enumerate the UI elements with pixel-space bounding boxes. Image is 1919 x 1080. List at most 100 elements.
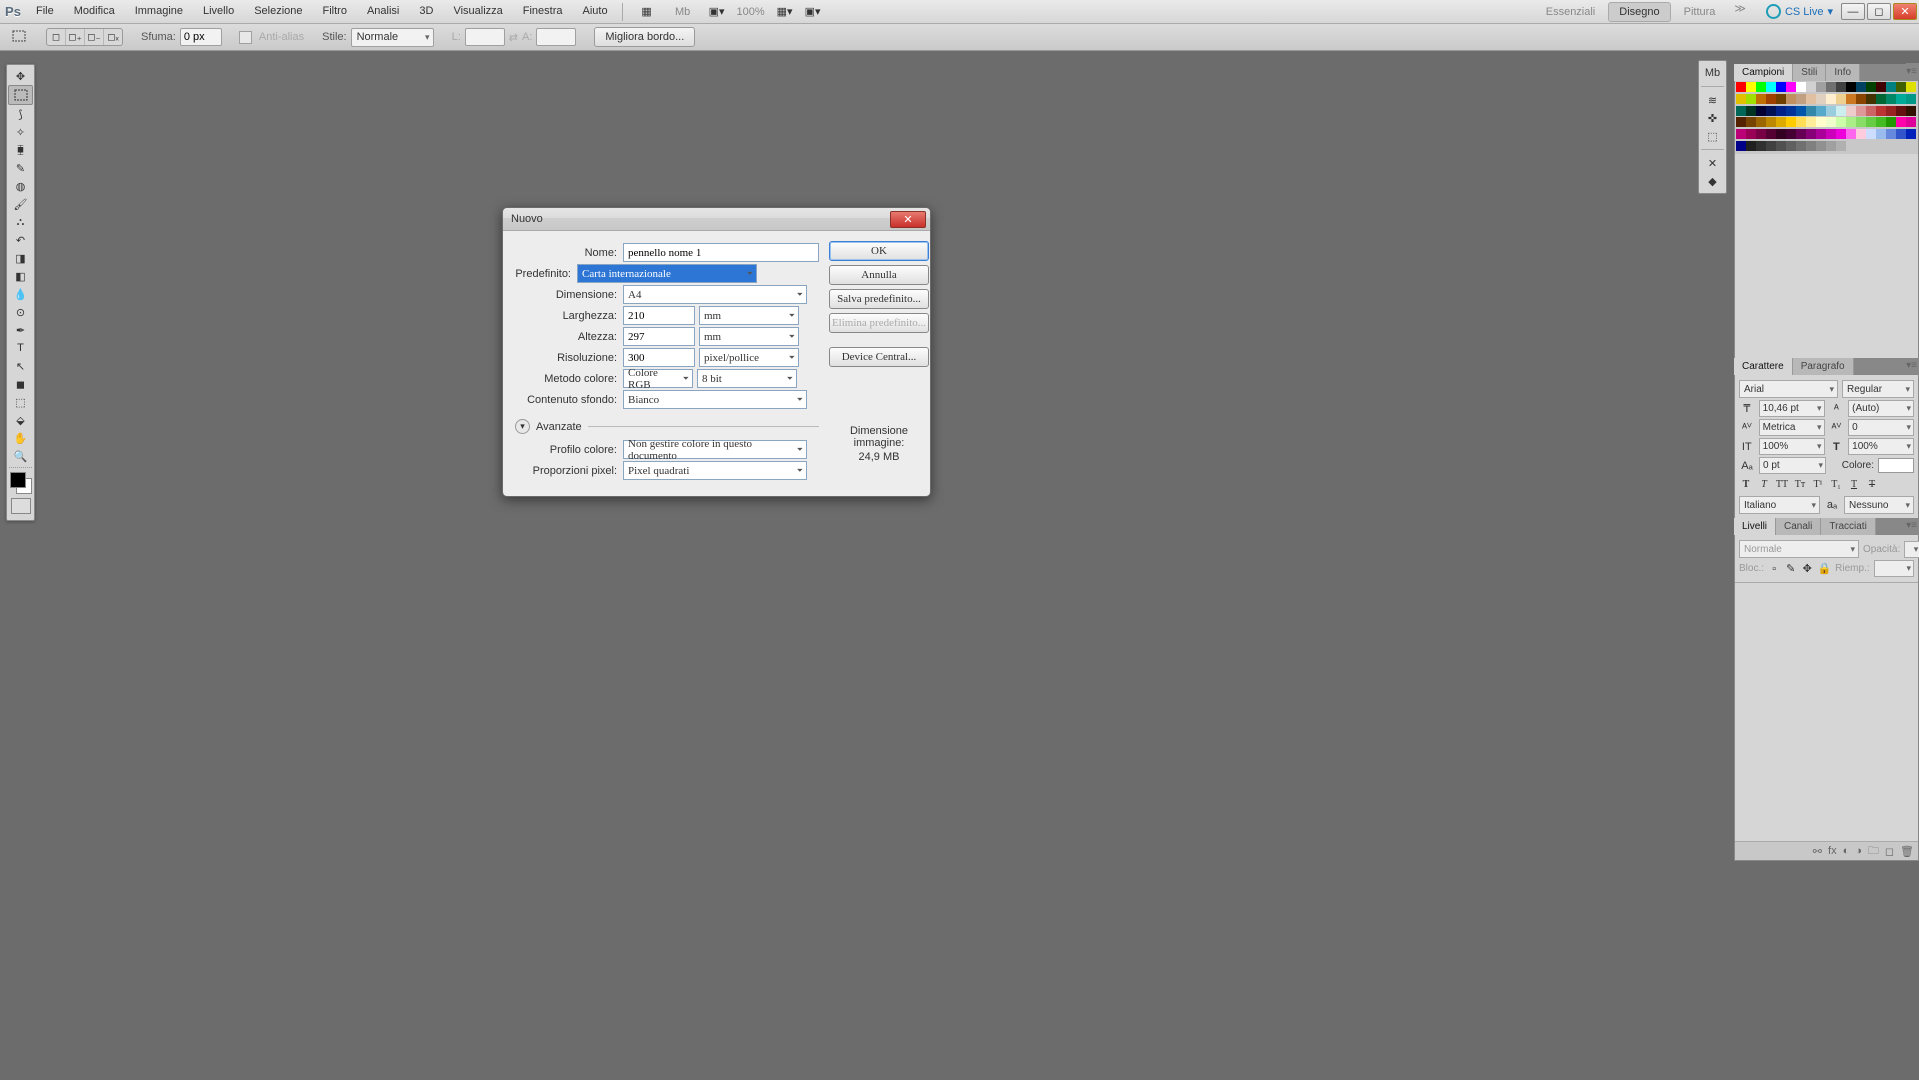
swatch[interactable] [1756,106,1766,116]
font-size-input[interactable]: 10,46 pt [1759,400,1825,417]
menu-immagine[interactable]: Immagine [125,0,193,23]
save-preset-button[interactable]: Salva predefinito... [829,289,929,309]
swatch[interactable] [1856,117,1866,127]
menu-file[interactable]: File [26,0,64,23]
swatch[interactable] [1896,129,1906,139]
menu-selezione[interactable]: Selezione [244,0,312,23]
swatch[interactable] [1736,141,1746,151]
bitdepth-select[interactable]: 8 bit [697,369,797,388]
swatch[interactable] [1746,82,1756,92]
dodge-tool[interactable]: ⊙ [9,303,32,321]
swatch[interactable] [1876,82,1886,92]
swatch[interactable] [1786,94,1796,104]
colorprofile-select[interactable]: Non gestire colore in questo documento [623,440,807,459]
menu-analisi[interactable]: Analisi [357,0,409,23]
swatch[interactable] [1736,94,1746,104]
swatch[interactable] [1846,82,1856,92]
antialias-select[interactable]: Nessuno [1844,496,1914,514]
swatch[interactable] [1846,106,1856,116]
font-family-select[interactable]: Arial [1739,380,1838,398]
swatch[interactable] [1836,94,1846,104]
swatch[interactable] [1746,141,1756,151]
lock-trans-icon[interactable]: ▫ [1768,561,1780,577]
swatch[interactable] [1776,141,1786,151]
device-central-button[interactable]: Device Central... [829,347,929,367]
swatch[interactable] [1806,141,1816,151]
language-select[interactable]: Italiano [1739,496,1820,514]
window-min[interactable]: — [1841,3,1865,20]
smallcaps-button[interactable]: Tᴛ [1793,478,1807,492]
healing-tool[interactable]: ◍ [9,177,32,195]
swatch[interactable] [1806,117,1816,127]
crop-tool[interactable]: ⧯ [9,141,32,159]
swatch[interactable] [1766,94,1776,104]
menu-livello[interactable]: Livello [193,0,244,23]
swatch[interactable] [1856,106,1866,116]
swatch[interactable] [1736,129,1746,139]
swatch[interactable] [1756,141,1766,151]
swatch[interactable] [1896,117,1906,127]
swatch[interactable] [1756,129,1766,139]
allcaps-button[interactable]: TT [1775,478,1789,492]
dialog-close-button[interactable]: ✕ [890,211,926,228]
swatch[interactable] [1826,129,1836,139]
swatch[interactable] [1756,117,1766,127]
resolution-input[interactable] [623,348,695,367]
gradient-tool[interactable]: ◧ [9,267,32,285]
swatch[interactable] [1766,106,1776,116]
swatch[interactable] [1746,129,1756,139]
tab-tracciati[interactable]: Tracciati [1821,518,1875,535]
swatch[interactable] [1836,141,1846,151]
fill-input[interactable] [1874,560,1914,577]
new-layer-icon[interactable]: ◻ [1885,845,1894,858]
menu-3d[interactable]: 3D [409,0,443,23]
swatch[interactable] [1896,106,1906,116]
swatch[interactable] [1816,82,1826,92]
swatch[interactable] [1836,117,1846,127]
menu-filtro[interactable]: Filtro [313,0,357,23]
swatch[interactable] [1806,129,1816,139]
swatch[interactable] [1836,129,1846,139]
swatch[interactable] [1856,94,1866,104]
screen-mode-2[interactable]: ▣▾ [801,5,825,18]
swatch[interactable] [1766,117,1776,127]
blur-tool[interactable]: 💧 [9,285,32,303]
window-close[interactable]: ✕ [1893,3,1917,20]
tool-presets-panel-icon[interactable]: ✕ [1701,154,1724,172]
swatch[interactable] [1816,117,1826,127]
swatch[interactable] [1866,82,1876,92]
swatch[interactable] [1826,82,1836,92]
bridge-icon[interactable]: ▦ [633,1,661,23]
swatch[interactable] [1806,106,1816,116]
swatch[interactable] [1876,117,1886,127]
swatch[interactable] [1806,82,1816,92]
swatch[interactable] [1816,141,1826,151]
swatch[interactable] [1736,117,1746,127]
dialog-titlebar[interactable]: Nuovo ✕ [503,208,930,231]
superscript-button[interactable]: T¹ [1811,478,1825,492]
cslive-menu[interactable]: CS Live▾ [1766,4,1833,19]
swatch[interactable] [1786,82,1796,92]
move-tool[interactable]: ✥ [9,67,32,85]
swatch[interactable] [1736,82,1746,92]
swatch[interactable] [1826,117,1836,127]
lock-all-icon[interactable]: 🔒 [1817,561,1831,577]
ok-button[interactable]: OK [829,241,929,261]
leading-input[interactable]: (Auto) [1848,400,1914,417]
swatch[interactable] [1866,129,1876,139]
pixelaspect-select[interactable]: Pixel quadrati [623,461,807,480]
swatch[interactable] [1896,82,1906,92]
menu-modifica[interactable]: Modifica [64,0,125,23]
nav-panel-icon[interactable]: ◆ [1701,172,1724,190]
menu-finestra[interactable]: Finestra [513,0,573,23]
cancel-button[interactable]: Annulla [829,265,929,285]
swatch[interactable] [1796,141,1806,151]
swatch[interactable] [1906,129,1916,139]
hand-tool[interactable]: ✋ [9,429,32,447]
eyedropper-tool[interactable]: ✎ [9,159,32,177]
panel-menu-icon[interactable]: ▾≡ [1906,66,1917,77]
size-select[interactable]: A4 [623,285,807,304]
swatch[interactable] [1906,106,1916,116]
swatch[interactable] [1776,106,1786,116]
swatch[interactable] [1876,94,1886,104]
